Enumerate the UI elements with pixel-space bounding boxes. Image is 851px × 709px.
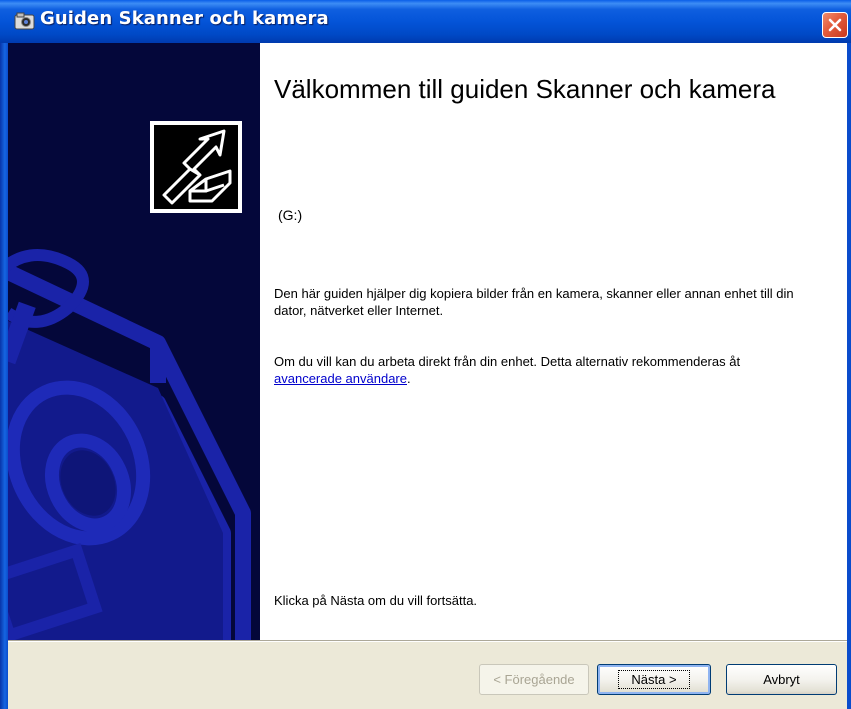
advanced-text-prefix: Om du vill kan du arbeta direkt från din… bbox=[274, 354, 741, 369]
camera-icon bbox=[14, 12, 36, 31]
button-bar bbox=[8, 642, 847, 709]
window-frame-right bbox=[847, 43, 851, 709]
continue-instruction: Klicka på Nästa om du vill fortsätta. bbox=[274, 593, 478, 608]
next-button-label: Nästa > bbox=[618, 670, 690, 689]
advanced-users-link[interactable]: avancerade användare bbox=[274, 371, 407, 386]
wizard-content: Välkommen till guiden Skanner och kamera… bbox=[260, 43, 847, 640]
window-title: Guiden Skanner och kamera bbox=[40, 8, 329, 29]
window-frame-left bbox=[0, 43, 8, 709]
back-button[interactable]: < Föregående bbox=[479, 664, 589, 695]
wizard-window: Guiden Skanner och kamera Välkommen till… bbox=[0, 0, 851, 709]
close-button[interactable] bbox=[822, 12, 848, 38]
page-title: Välkommen till guiden Skanner och kamera bbox=[274, 74, 776, 104]
cancel-button[interactable]: Avbryt bbox=[726, 664, 837, 695]
intro-text: Den här guiden hjälper dig kopiera bilde… bbox=[274, 286, 794, 318]
back-button-label: < Föregående bbox=[493, 672, 575, 687]
title-bar[interactable]: Guiden Skanner och kamera bbox=[0, 0, 851, 43]
wizard-banner bbox=[8, 43, 260, 640]
advanced-text: Om du vill kan du arbeta direkt från din… bbox=[274, 353, 794, 387]
device-label: (G:) bbox=[278, 207, 303, 223]
next-button[interactable]: Nästa > bbox=[597, 664, 711, 695]
wizard-arrow-icon bbox=[150, 121, 242, 213]
cancel-button-label: Avbryt bbox=[763, 672, 800, 687]
advanced-text-suffix: . bbox=[407, 371, 411, 386]
